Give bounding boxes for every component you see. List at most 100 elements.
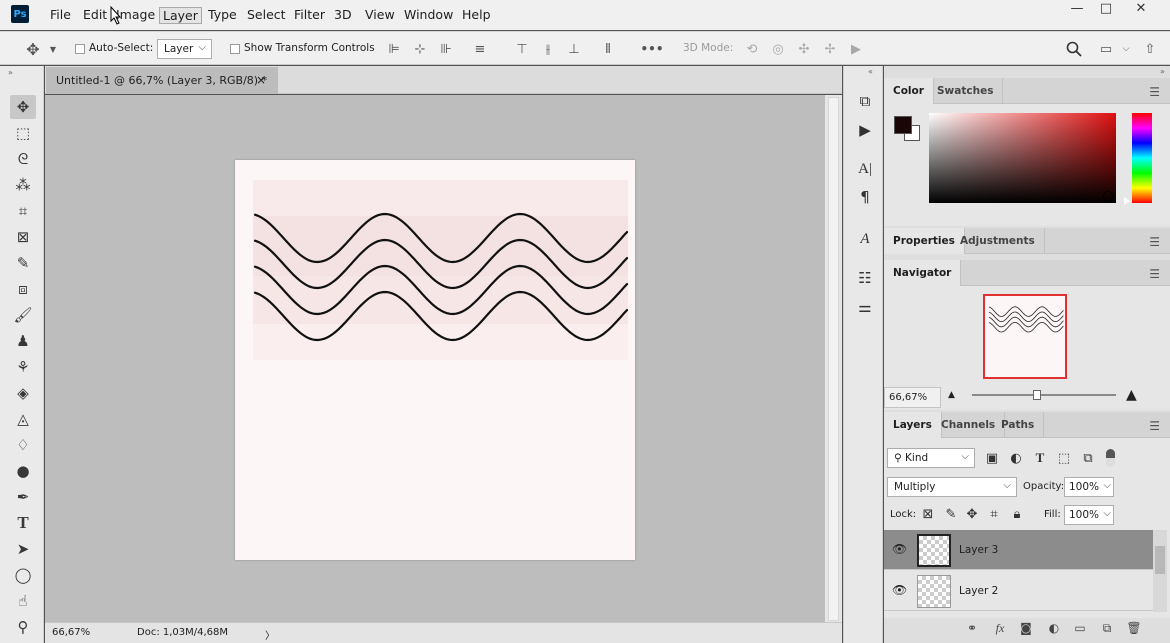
navigator-preview[interactable] <box>983 294 1067 379</box>
filter-type-icon[interactable]: T <box>1032 450 1048 466</box>
align-horizontal-centers-icon[interactable]: ⊹ <box>411 40 429 58</box>
pen-tool-icon[interactable]: ✒ <box>10 485 36 509</box>
tab-swatches[interactable]: Swatches <box>928 78 1004 104</box>
hue-slider-handle[interactable] <box>1124 197 1130 205</box>
zoom-tool-icon[interactable]: ⚲ <box>10 615 36 639</box>
menu-filter[interactable]: Filter <box>291 7 328 24</box>
menu-window[interactable]: Window <box>401 7 456 24</box>
panel-menu-icon[interactable]: ☰ <box>1149 419 1160 433</box>
filter-shape-icon[interactable]: ⬚ <box>1056 450 1072 466</box>
opacity-field[interactable]: 100% ⌵ <box>1064 477 1114 497</box>
path-selection-tool-icon[interactable]: ➤ <box>10 537 36 561</box>
zoom-slider-track[interactable] <box>972 394 1116 396</box>
3d-slide-icon[interactable]: ✢ <box>820 40 840 58</box>
blur-tool-icon[interactable]: ♢ <box>10 433 36 457</box>
layers-scrollbar-thumb[interactable] <box>1155 546 1165 574</box>
lock-transparent-pixels-icon[interactable]: ⊠ <box>920 506 936 522</box>
color-field[interactable] <box>929 113 1116 203</box>
history-brush-tool-icon[interactable]: ⚘ <box>10 355 36 379</box>
menu-layer[interactable]: Layer <box>159 7 202 24</box>
blend-mode-dropdown[interactable]: Multiply ⌵ <box>887 477 1017 497</box>
filter-adjustment-icon[interactable]: ◐ <box>1008 450 1024 466</box>
chevron-down-icon[interactable]: ⌵ <box>1120 42 1132 56</box>
move-tool-icon[interactable]: ✥ <box>10 95 36 119</box>
3d-roll-icon[interactable]: ◎ <box>768 40 788 58</box>
menu-file[interactable]: File <box>47 7 74 24</box>
auto-select-checkbox[interactable] <box>75 44 85 54</box>
tool-presets-icon[interactable]: ⚌ <box>854 296 876 318</box>
actions-play-icon[interactable]: ▶ <box>854 119 876 141</box>
show-transform-checkbox[interactable] <box>230 44 240 54</box>
brushes-icon[interactable]: ☷ <box>854 267 876 289</box>
new-group-icon[interactable]: ▭ <box>1070 619 1090 637</box>
eyedropper-tool-icon[interactable]: ✎ <box>10 251 36 275</box>
chevron-down-icon[interactable]: ▼ <box>48 42 58 56</box>
color-picker-marker[interactable] <box>1103 191 1113 201</box>
paragraph-icon[interactable]: ¶ <box>854 186 876 208</box>
filter-kind-dropdown[interactable]: ⚲ Kind ⌵ <box>887 448 975 468</box>
type-tool-icon[interactable]: T <box>10 511 36 535</box>
lock-all-icon[interactable]: 🔒︎ <box>1009 506 1025 522</box>
lock-position-icon[interactable]: ✥ <box>964 506 980 522</box>
new-layer-icon[interactable]: ⧉ <box>1097 619 1117 637</box>
align-left-edges-icon[interactable]: ⊫ <box>385 40 403 58</box>
panel-menu-icon[interactable]: ☰ <box>1149 267 1160 281</box>
status-zoom[interactable]: 66,67% <box>52 627 90 638</box>
document-canvas[interactable] <box>235 160 635 560</box>
lock-image-pixels-icon[interactable]: ✎ <box>943 506 959 522</box>
minimize-button[interactable]: — <box>1064 2 1090 17</box>
3d-scale-icon[interactable]: ▶ <box>846 40 866 58</box>
add-mask-icon[interactable]: ◙ <box>1016 619 1036 637</box>
fill-field[interactable]: 100% ⌵ <box>1064 505 1114 525</box>
eraser-tool-icon[interactable]: ◈ <box>10 381 36 405</box>
brush-tool-icon[interactable]: 🖌 <box>10 303 36 327</box>
panel-menu-icon[interactable]: ☰ <box>1149 235 1160 249</box>
layer-row-layer-2[interactable]: 👁︎ Layer 2 <box>884 571 1153 611</box>
auto-select-dropdown[interactable]: Layer ⌵ <box>157 39 212 59</box>
menu-view[interactable]: View <box>362 7 398 24</box>
magic-wand-tool-icon[interactable]: ⁂ <box>10 173 36 197</box>
move-tool-icon[interactable]: ✥ <box>22 39 44 59</box>
healing-brush-tool-icon[interactable]: ⧈ <box>10 277 36 301</box>
align-top-edges-icon[interactable]: ⊤ <box>513 40 531 58</box>
navigator-zoom-field[interactable]: 66,67% <box>884 387 941 408</box>
menu-type[interactable]: Type <box>205 7 240 24</box>
lock-artboard-icon[interactable]: ⌗ <box>986 506 1002 522</box>
filter-smart-object-icon[interactable]: ⧉ <box>1080 450 1096 466</box>
search-icon[interactable] <box>1066 41 1082 57</box>
filter-pixel-icon[interactable]: ▣ <box>984 450 1000 466</box>
hand-tool-icon[interactable]: ☝ <box>10 589 36 613</box>
distribute-vertical-icon[interactable]: ⦀ <box>599 40 617 58</box>
align-right-edges-icon[interactable]: ⊪ <box>437 40 455 58</box>
menu-3d[interactable]: 3D <box>331 7 355 24</box>
zoom-slider-handle[interactable] <box>1033 390 1041 400</box>
filter-toggle-icon[interactable] <box>1106 449 1115 467</box>
glyphs-icon[interactable]: A <box>854 228 876 250</box>
collapse-panels-icon[interactable]: « <box>868 67 873 76</box>
3d-pan-icon[interactable]: ✣ <box>794 40 814 58</box>
visibility-eye-icon[interactable]: 👁︎ <box>892 542 907 556</box>
document-tab[interactable]: Untitled-1 @ 66,7% (Layer 3, RGB/8) * × <box>46 67 278 94</box>
ellipse-tool-icon[interactable]: ◯ <box>10 563 36 587</box>
character-icon[interactable]: A| <box>854 158 876 180</box>
tab-color[interactable]: Color <box>884 78 934 104</box>
layer-style-fx-icon[interactable]: fx <box>990 619 1010 637</box>
3d-orbit-icon[interactable]: ⟲ <box>742 40 762 58</box>
adjustment-layer-icon[interactable]: ◐ <box>1044 619 1064 637</box>
maximize-button[interactable]: □ <box>1093 2 1119 17</box>
collapse-right-icon[interactable]: » <box>1160 67 1165 76</box>
foreground-color-swatch[interactable] <box>894 116 912 134</box>
zoom-out-icon[interactable]: ▲ <box>948 390 955 400</box>
history-icon[interactable]: ⧉ <box>854 90 876 112</box>
tab-adjustments[interactable]: Adjustments <box>951 228 1045 254</box>
crop-tool-icon[interactable]: ⌗ <box>10 199 36 223</box>
marquee-tool-icon[interactable]: ⬚ <box>10 121 36 145</box>
link-layers-icon[interactable]: ⚭ <box>962 619 982 637</box>
distribute-icon[interactable]: ≡ <box>471 40 489 58</box>
status-menu-icon[interactable]: 〉 <box>265 627 275 642</box>
zoom-in-icon[interactable]: ▲ <box>1126 387 1137 403</box>
hue-slider[interactable] <box>1132 113 1152 203</box>
lasso-tool-icon[interactable]: ᘓ <box>10 147 36 171</box>
collapse-tools-icon[interactable]: » <box>8 68 13 77</box>
panel-menu-icon[interactable]: ☰ <box>1149 85 1160 99</box>
